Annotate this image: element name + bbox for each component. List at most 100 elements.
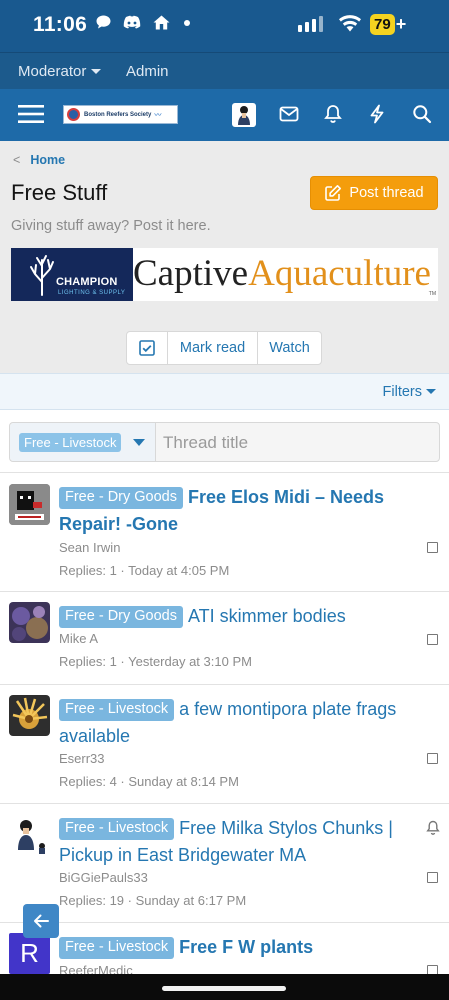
thread-prefix[interactable]: Free - Livestock (59, 937, 175, 959)
post-thread-label: Post thread (349, 185, 424, 201)
breadcrumb-home[interactable]: Home (30, 153, 65, 167)
divider (0, 803, 449, 804)
post-thread-button[interactable]: Post thread (310, 176, 438, 210)
bell-icon[interactable] (324, 104, 342, 124)
filters-menu[interactable]: Filters (383, 384, 436, 400)
thread-avatar[interactable] (9, 484, 50, 525)
champion-subtitle: LIGHTING & SUPPLY (58, 290, 126, 296)
chevron-down-icon (426, 389, 436, 394)
thread-select-checkbox[interactable] (427, 542, 438, 553)
aquaculture-word: Aquaculture (248, 253, 431, 294)
character-avatar-image (9, 814, 50, 855)
watched-bell-icon (426, 820, 440, 835)
message-icon (96, 15, 111, 29)
notification-dot (184, 19, 190, 26)
checkbox-icon (139, 340, 155, 356)
home-indicator-bar (0, 974, 449, 1000)
inbox-icon[interactable] (279, 105, 299, 123)
chevron-down-icon (91, 69, 102, 74)
coral-icon (30, 255, 54, 296)
thread-prefix[interactable]: Free - Livestock (59, 699, 175, 721)
status-bar: 11:06 79 + (0, 0, 449, 52)
search-icon[interactable] (412, 104, 432, 124)
prefix-select[interactable]: Free - Livestock (10, 423, 156, 461)
divider (0, 684, 449, 685)
thread-avatar[interactable] (9, 814, 50, 855)
page-title: Free Stuff (11, 180, 108, 205)
home-icon (153, 15, 170, 30)
thread-title[interactable]: Free - Dry Goods Free Elos Midi – Needs R… (59, 484, 414, 538)
thread-select-checkbox[interactable] (427, 753, 438, 764)
thread-avatar[interactable] (9, 695, 50, 736)
avatar[interactable] (232, 103, 256, 127)
thread-author[interactable]: BiGGiePauls33 (59, 870, 148, 885)
thread-title-text[interactable]: Free F W plants (179, 937, 313, 957)
thread-title[interactable]: Free - Livestock Free F W plants (59, 934, 414, 961)
science-avatar-image (9, 484, 50, 525)
breadcrumb[interactable]: < Home (13, 153, 65, 167)
thread-prefix[interactable]: Free - Dry Goods (59, 487, 183, 509)
thread-avatar[interactable]: R (9, 933, 50, 974)
thread-title[interactable]: Free - Livestock a few montipora plate fr… (59, 696, 414, 750)
signal-icon (298, 16, 323, 32)
coral-avatar-image (9, 602, 50, 643)
edit-icon (325, 185, 342, 201)
moderator-menu[interactable]: Moderator (18, 63, 102, 80)
battery-level: 79 (370, 13, 395, 35)
champion-name: CHAMPION (56, 276, 118, 288)
divider (0, 922, 449, 923)
scroll-top-button[interactable] (23, 904, 59, 938)
watch-button[interactable]: Watch (257, 332, 321, 364)
logo-emblem (67, 108, 80, 121)
site-logo[interactable]: Boston Reefers Society 〰 (63, 105, 178, 124)
clock: 11:06 (33, 13, 88, 36)
home-indicator[interactable] (162, 986, 286, 991)
thread-author[interactable]: Mike A (59, 631, 98, 646)
thread-avatar[interactable] (9, 602, 50, 643)
wifi-icon (339, 15, 361, 32)
divider (0, 472, 449, 473)
anemone-avatar-image (9, 695, 50, 736)
forum-description: Giving stuff away? Post it here. (11, 218, 211, 234)
thread-title[interactable]: Free - Livestock Free Milka Stylos Chunks… (59, 815, 414, 869)
logo-text: Boston Reefers Society (84, 111, 152, 118)
bolt-icon[interactable] (369, 104, 385, 124)
thread-author[interactable]: Sean Irwin (59, 540, 120, 555)
trademark-mark: TM (428, 291, 436, 297)
champion-logo: CHAMPION LIGHTING & SUPPLY (11, 248, 133, 301)
user-figure-icon (238, 106, 250, 125)
thread-title-text[interactable]: ATI skimmer bodies (188, 606, 346, 626)
thread-meta: Replies: 19 · Sunday at 6:17 PM (59, 893, 247, 908)
menu-icon[interactable] (18, 103, 44, 125)
discord-icon (123, 15, 141, 29)
thread-prefix[interactable]: Free - Dry Goods (59, 606, 183, 628)
admin-link[interactable]: Admin (126, 63, 169, 80)
captive-word: Captive (133, 253, 249, 294)
sponsor-banner[interactable]: CHAMPION LIGHTING & SUPPLY CaptiveAquacu… (11, 248, 438, 301)
staff-bar: Moderator Admin (0, 52, 449, 89)
quick-filter: Free - Livestock Thread title (9, 422, 440, 462)
divider (0, 591, 449, 592)
filters-label: Filters (382, 384, 422, 400)
thread-meta: Replies: 1 · Yesterday at 3:10 PM (59, 654, 252, 669)
moderator-label: Moderator (18, 63, 87, 80)
thread-prefix[interactable]: Free - Livestock (59, 818, 175, 840)
thread-meta: Replies: 4 · Sunday at 8:14 PM (59, 774, 239, 789)
chevron-left-icon: < (13, 153, 21, 167)
thread-author[interactable]: Eserr33 (59, 751, 105, 766)
wave-graphic: 〰 (154, 111, 162, 119)
thread-meta: Replies: 1 · Today at 4:05 PM (59, 563, 230, 578)
thread-title[interactable]: Free - Dry Goods ATI skimmer bodies (59, 603, 414, 630)
thread-title-input[interactable]: Thread title (163, 433, 248, 453)
select-toggle-button[interactable] (127, 332, 167, 364)
thread-select-checkbox[interactable] (427, 634, 438, 645)
arrow-left-icon (34, 914, 49, 928)
thread-select-checkbox[interactable] (427, 872, 438, 883)
prefix-selected: Free - Livestock (19, 433, 122, 452)
battery-icon: 79 + (370, 13, 406, 35)
filter-bar: Filters (0, 373, 449, 410)
forum-actions: Mark read Watch (126, 331, 322, 365)
captive-aquaculture-logo: CaptiveAquaculture (133, 253, 431, 295)
dropdown-arrow-icon (133, 439, 145, 446)
mark-read-button[interactable]: Mark read (167, 332, 257, 364)
